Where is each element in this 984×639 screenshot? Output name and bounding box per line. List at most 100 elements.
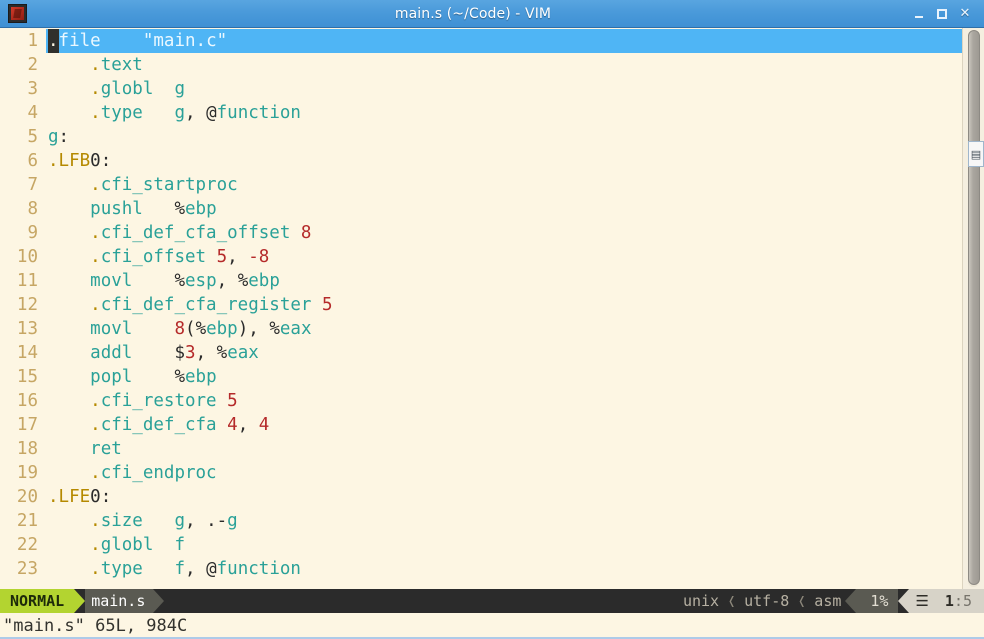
line-text[interactable]: movl %esp, %ebp	[46, 269, 962, 293]
code-token: cfi_def_cfa_register	[100, 295, 312, 315]
line-text[interactable]: .globl g	[46, 77, 962, 101]
code-token: type	[100, 103, 143, 123]
line-number: 7	[27, 175, 38, 195]
code-line[interactable]: 3 .globl g	[0, 77, 962, 101]
window-icon-container[interactable]	[0, 4, 34, 23]
status-chevron-2: ❬	[797, 592, 807, 610]
code-line[interactable]: 12 .cfi_def_cfa_register 5	[0, 293, 962, 317]
close-icon[interactable]: ✕	[958, 7, 972, 21]
line-text[interactable]: .size g, .-g	[46, 509, 962, 533]
code-line[interactable]: 19 .cfi_endproc	[0, 461, 962, 485]
vertical-scrollbar[interactable]: ▤	[962, 28, 984, 589]
editor-area[interactable]: 1 .file "main.c" 2 .text 3 .globl g4 .type …	[0, 28, 984, 589]
code-token: type	[100, 559, 143, 579]
line-text[interactable]: .type g, @function	[46, 101, 962, 125]
code-token: 5	[216, 247, 228, 267]
code-line[interactable]: 23 .type f, @function	[0, 557, 962, 581]
line-text[interactable]: .file "main.c"	[46, 29, 962, 53]
line-text[interactable]: addl $3, %eax	[46, 341, 962, 365]
code-line[interactable]: 10 .cfi_offset 5, -8	[0, 245, 962, 269]
code-token: 0	[90, 487, 101, 507]
code-line[interactable]: 20 .LFE0:	[0, 485, 962, 509]
line-text[interactable]: .cfi_def_cfa_register 5	[46, 293, 962, 317]
line-text[interactable]: movl 8(%ebp), %eax	[46, 317, 962, 341]
code-token: 3	[185, 343, 196, 363]
code-token: cfi_startproc	[100, 175, 238, 195]
code-line[interactable]: 6 .LFB0:	[0, 149, 962, 173]
line-text[interactable]: .cfi_endproc	[46, 461, 962, 485]
code-token: .	[90, 103, 101, 123]
line-text[interactable]: popl %ebp	[46, 365, 962, 389]
line-text[interactable]: ret	[46, 437, 962, 461]
code-line[interactable]: 9 .cfi_def_cfa_offset 8	[0, 221, 962, 245]
floating-widget[interactable]: ▤	[968, 141, 984, 167]
code-line[interactable]: 5 g:	[0, 125, 962, 149]
code-token: 4	[227, 415, 238, 435]
code-line[interactable]: 21 .size g, .-g	[0, 509, 962, 533]
code-token: text	[100, 55, 143, 75]
code-token: function	[216, 103, 301, 123]
code-token: g	[174, 511, 186, 531]
line-number: 22	[16, 535, 38, 555]
separator-file-mid	[153, 589, 165, 613]
code-line[interactable]: 22 .globl f	[0, 533, 962, 557]
line-text[interactable]: g:	[46, 125, 962, 149]
code-token: cfi_def_cfa	[100, 415, 217, 435]
code-line[interactable]: 13 movl 8(%ebp), %eax	[0, 317, 962, 341]
code-line[interactable]: 1 .file "main.c"	[0, 29, 962, 53]
minimize-icon[interactable]	[912, 7, 926, 21]
line-text[interactable]: .cfi_offset 5, -8	[46, 245, 962, 269]
code-line[interactable]: 11 movl %esp, %ebp	[0, 269, 962, 293]
code-line[interactable]: 4 .type g, @function	[0, 101, 962, 125]
code-line[interactable]: 15 popl %ebp	[0, 365, 962, 389]
title-bar[interactable]: main.s (~/Code) - VIM ✕	[0, 0, 984, 28]
window-title: main.s (~/Code) - VIM	[394, 5, 552, 22]
line-text[interactable]: .cfi_def_cfa 4, 4	[46, 413, 962, 437]
line-text[interactable]: pushl %ebp	[46, 197, 962, 221]
code-line[interactable]: 17 .cfi_def_cfa 4, 4	[0, 413, 962, 437]
scrollbar-thumb[interactable]	[968, 30, 980, 585]
code-token: .-	[206, 511, 228, 531]
code-token: .	[90, 223, 101, 243]
line-number: 14	[16, 343, 38, 363]
code-token: .	[90, 391, 101, 411]
code-line[interactable]: 8 pushl %ebp	[0, 197, 962, 221]
line-text[interactable]: .type f, @function	[46, 557, 962, 581]
line-text[interactable]: .text	[46, 53, 962, 77]
text-buffer[interactable]: 1 .file "main.c" 2 .text 3 .globl g4 .type …	[0, 28, 962, 589]
code-token: file	[58, 31, 101, 51]
command-line[interactable]: "main.s" 65L, 984C	[0, 613, 984, 639]
code-token: ,	[195, 343, 217, 363]
code-token: @	[206, 103, 217, 123]
line-text[interactable]: .cfi_restore 5	[46, 389, 962, 413]
code-line[interactable]: 14 addl $3, %eax	[0, 341, 962, 365]
maximize-icon[interactable]	[935, 7, 949, 21]
code-token: addl	[90, 343, 133, 363]
status-mode: NORMAL	[0, 589, 75, 613]
code-line[interactable]: 18 ret	[0, 437, 962, 461]
line-text[interactable]: .cfi_startproc	[46, 173, 962, 197]
code-token: size	[100, 511, 143, 531]
status-encoding: utf-8	[740, 589, 794, 613]
line-text[interactable]: .cfi_def_cfa_offset 8	[46, 221, 962, 245]
code-token: .	[90, 247, 101, 267]
line-text[interactable]: .LFB0:	[46, 149, 962, 173]
code-token: "main.c"	[142, 31, 228, 51]
code-line[interactable]: 7 .cfi_startproc	[0, 173, 962, 197]
line-text[interactable]: .LFE0:	[46, 485, 962, 509]
line-number: 2	[27, 55, 38, 75]
code-line[interactable]: 16 .cfi_restore 5	[0, 389, 962, 413]
line-text[interactable]: .globl f	[46, 533, 962, 557]
code-line[interactable]: 2 .text	[0, 53, 962, 77]
code-token: ,	[185, 511, 207, 531]
